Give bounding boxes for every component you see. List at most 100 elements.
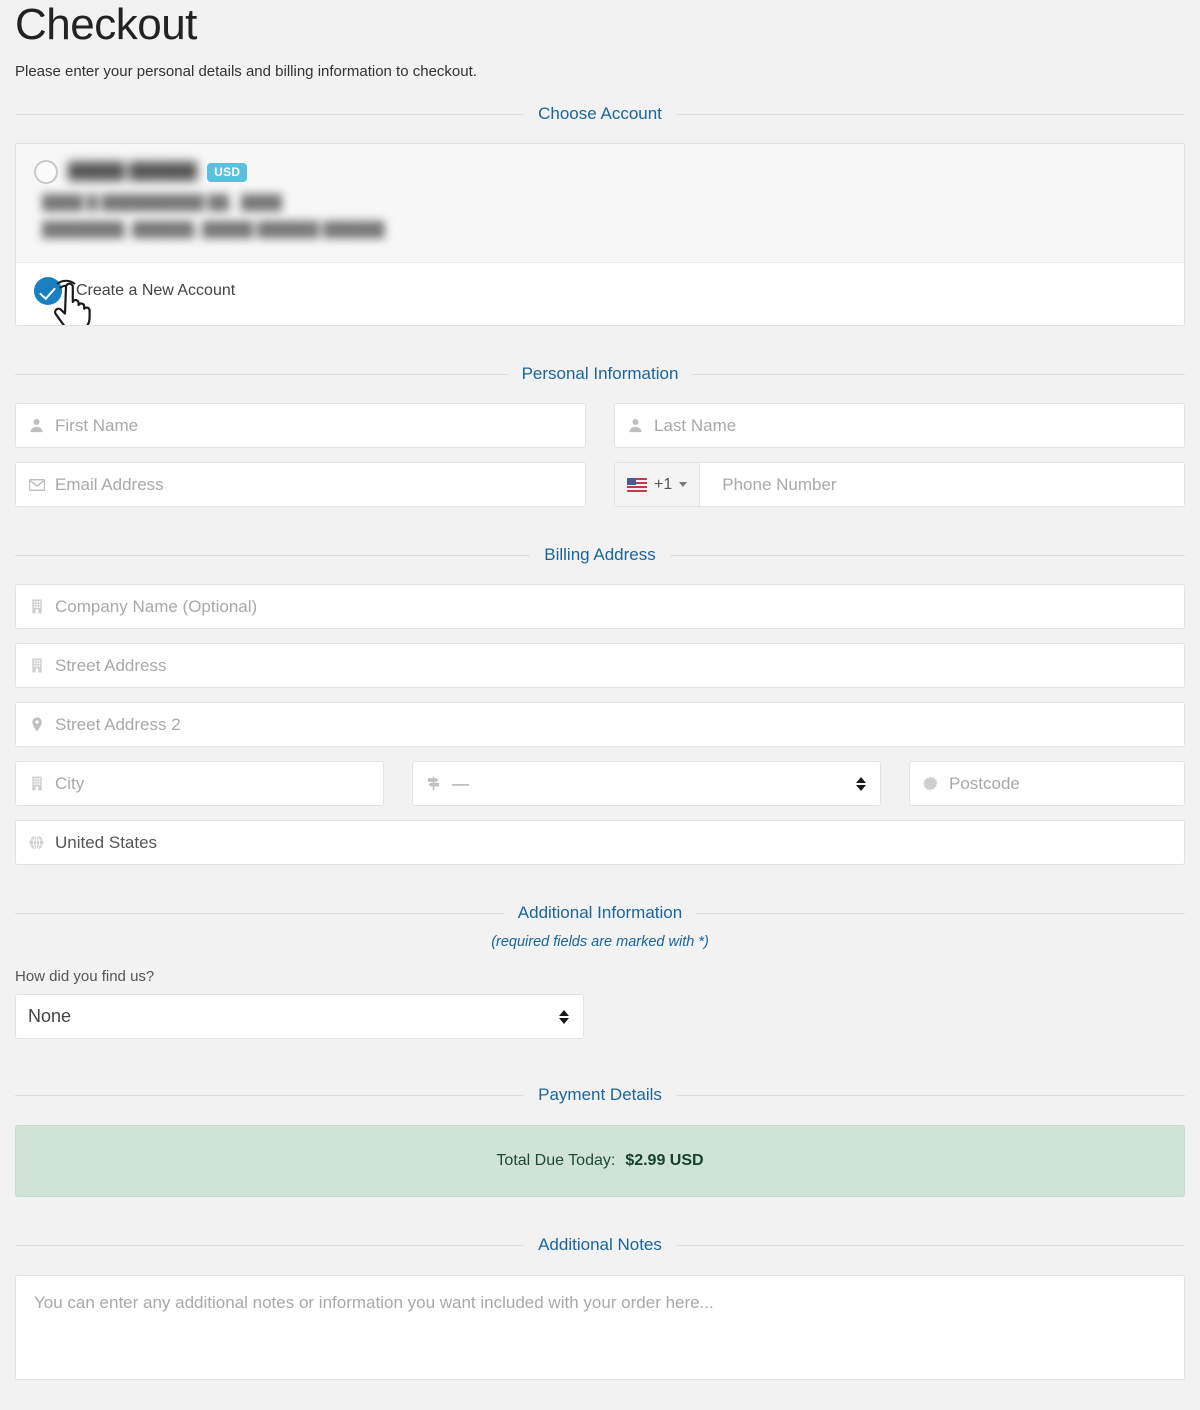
last-name-placeholder: Last Name [654,415,737,435]
select-arrows-icon [856,776,866,791]
country-row: United States [15,820,1185,866]
state-column: — [412,761,881,807]
company-name-input[interactable]: Company Name (Optional) [15,584,1185,630]
first-name-placeholder: First Name [55,415,139,435]
user-icon [28,418,45,433]
existing-account-heading: █████ ██████ USD [34,160,1166,185]
street2-row: Street Address 2 [15,702,1185,748]
legend-label: Additional Notes [538,1235,662,1255]
postcode-column: Postcode [909,761,1185,807]
legend-rule-left [15,113,525,115]
account-option-new[interactable]: Create a New Account [16,263,1184,326]
legend-billing-address: Billing Address [15,545,1186,565]
globe-icon [28,835,45,851]
checkout-page: Checkout Please enter your personal deta… [0,0,1200,1410]
total-due-amount: $2.99 USD [625,1152,704,1170]
page-title: Checkout [15,0,197,49]
legend-rule-left [15,1244,525,1246]
email-placeholder: Email Address [55,474,164,494]
dial-code: +1 [654,475,673,493]
phone-number-placeholder[interactable]: Phone Number [710,475,1184,495]
checkbox-checked-icon[interactable] [34,277,62,306]
country-dial-code-selector[interactable]: +1 [615,463,701,507]
legend-choose-account: Choose Account [15,104,1185,124]
company-row: Company Name (Optional) [15,584,1185,630]
phone-column: +1 Phone Number [614,462,1185,508]
city-input[interactable]: City [15,761,384,807]
street-address-2-placeholder: Street Address 2 [55,714,181,734]
certificate-icon [922,776,939,791]
building-icon [28,658,45,673]
total-due-label: Total Due Today: [496,1152,616,1170]
legend-label: Additional Information [517,903,683,923]
state-selected-value: — [452,773,470,793]
user-icon [627,418,644,433]
how-did-you-find-us-select[interactable]: None [15,994,584,1040]
new-account-heading: Create a New Account [34,277,1166,306]
new-account-label: Create a New Account [76,282,236,300]
legend-rule-right [675,1094,1185,1096]
building-icon [28,776,45,791]
first-name-column: First Name [15,403,586,449]
chevron-down-icon [679,482,688,488]
legend-rule-right [675,113,1185,115]
contact-field-row: Email Address +1 Phone Number [15,462,1185,508]
legend-rule-right [692,373,1185,375]
additional-notes-placeholder: You can enter any additional notes or in… [34,1293,714,1313]
last-name-input[interactable]: Last Name [614,403,1185,449]
postcode-input[interactable]: Postcode [909,761,1185,807]
email-input[interactable]: Email Address [15,462,586,508]
legend-payment-details: Payment Details [15,1085,1185,1105]
radio-unselected-icon[interactable] [34,160,58,185]
street2-column: Street Address 2 [15,702,1185,748]
how-did-you-find-us-label: How did you find us? [15,968,155,986]
legend-rule-right [696,912,1185,914]
additional-notes-textarea[interactable]: You can enter any additional notes or in… [15,1275,1185,1381]
legend-rule-right [675,1244,1185,1246]
street-row: Street Address [15,643,1185,689]
city-placeholder: City [55,773,85,793]
required-fields-note: (required fields are marked with *) [491,934,709,951]
company-column: Company Name (Optional) [15,584,1185,630]
legend-rule-left [15,373,508,375]
country-select[interactable]: United States [15,820,1185,866]
map-marker-icon [28,717,45,732]
legend-label: Personal Information [521,364,679,384]
company-name-placeholder: Company Name (Optional) [55,596,258,616]
postcode-placeholder: Postcode [949,773,1020,793]
select-arrows-icon [559,1009,569,1024]
first-name-input[interactable]: First Name [15,403,586,449]
total-due-today-box: Total Due Today: $2.99 USD [15,1125,1185,1198]
street-column: Street Address [15,643,1185,689]
city-column: City [15,761,384,807]
envelope-icon [28,478,45,491]
state-select[interactable]: — [412,761,881,807]
map-signs-icon [425,776,442,791]
how-did-you-find-us-value: None [28,1006,72,1027]
last-name-column: Last Name [614,403,1185,449]
phone-input-group: +1 Phone Number [614,462,1185,508]
legend-rule-left [15,1094,525,1096]
legend-additional-notes: Additional Notes [15,1235,1185,1255]
street-address-placeholder: Street Address [55,655,167,675]
existing-account-address-line-1: ████ █ ██████████ ██., ████ [42,195,282,212]
country-selected-value: United States [55,832,158,852]
existing-account-address-line-2: ████████, ██████, █████ ██████ ██████ [42,222,385,239]
legend-personal-information: Personal Information [15,364,1185,384]
legend-rule-left [15,912,504,914]
legend-rule-right [669,554,1186,556]
legend-rule-left [15,554,531,556]
street-address-input[interactable]: Street Address [15,643,1185,689]
account-option-existing[interactable]: █████ ██████ USD ████ █ ██████████ ██., … [16,144,1184,264]
legend-label: Choose Account [538,104,662,124]
page-subtitle: Please enter your personal details and b… [15,63,477,81]
us-flag-icon [627,477,647,492]
existing-account-name: █████ ██████ [68,163,198,181]
street-address-2-input[interactable]: Street Address 2 [15,702,1185,748]
email-column: Email Address [15,462,586,508]
currency-badge: USD [207,162,248,182]
legend-label: Billing Address [544,545,656,565]
country-column: United States [15,820,1185,866]
legend-label: Payment Details [538,1085,662,1105]
city-state-postcode-row: City — Postcode [15,761,1185,807]
